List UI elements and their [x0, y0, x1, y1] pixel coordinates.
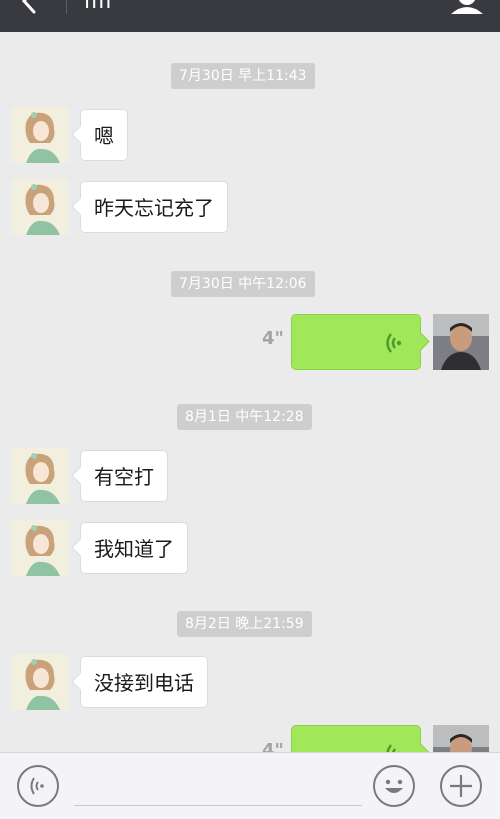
contact-avatar[interactable] — [12, 179, 68, 235]
timestamp: 8月2日 晚上21:59 — [177, 611, 312, 637]
voice-message-bubble-sent[interactable] — [291, 725, 421, 752]
message-bubble-received[interactable]: 嗯 — [80, 109, 128, 161]
voice-duration: 4" — [262, 328, 284, 349]
chat-message-list[interactable]: 7月30日 早上11:43 嗯 昨天忘记充了 7月30日 中午12:06 4" — [0, 32, 500, 752]
message-input[interactable] — [74, 805, 362, 806]
voice-message-bubble-sent[interactable] — [291, 314, 421, 370]
voice-wave-icon — [386, 744, 400, 752]
emoji-smile-icon — [385, 779, 403, 793]
person-icon[interactable] — [447, 0, 487, 14]
timestamp: 7月30日 早上11:43 — [171, 63, 315, 89]
contact-avatar[interactable] — [12, 107, 68, 163]
voice-duration: 4" — [262, 740, 284, 752]
title-divider — [66, 0, 67, 14]
timestamp: 7月30日 中午12:06 — [171, 271, 315, 297]
timestamp: 8月1日 中午12:28 — [177, 404, 312, 430]
message-bubble-received[interactable]: 没接到电话 — [80, 656, 208, 708]
back-arrow-icon[interactable] — [18, 0, 44, 14]
message-bubble-received[interactable]: 我知道了 — [80, 522, 188, 574]
add-button[interactable] — [440, 765, 482, 807]
voice-wave-icon — [386, 333, 402, 353]
contact-avatar[interactable] — [12, 520, 68, 576]
title-bar: ıııı — [0, 0, 500, 32]
emoji-button[interactable] — [373, 765, 415, 807]
voice-mode-icon — [30, 777, 44, 795]
chat-title: ıııı — [84, 0, 124, 8]
input-bar — [0, 752, 500, 819]
contact-avatar[interactable] — [12, 654, 68, 710]
plus-icon — [450, 775, 472, 797]
message-bubble-received[interactable]: 有空打 — [80, 450, 168, 502]
message-bubble-received[interactable]: 昨天忘记充了 — [80, 181, 228, 233]
user-avatar[interactable] — [433, 314, 489, 370]
user-avatar[interactable] — [433, 725, 489, 752]
voice-mode-button[interactable] — [17, 765, 59, 807]
contact-avatar[interactable] — [12, 448, 68, 504]
